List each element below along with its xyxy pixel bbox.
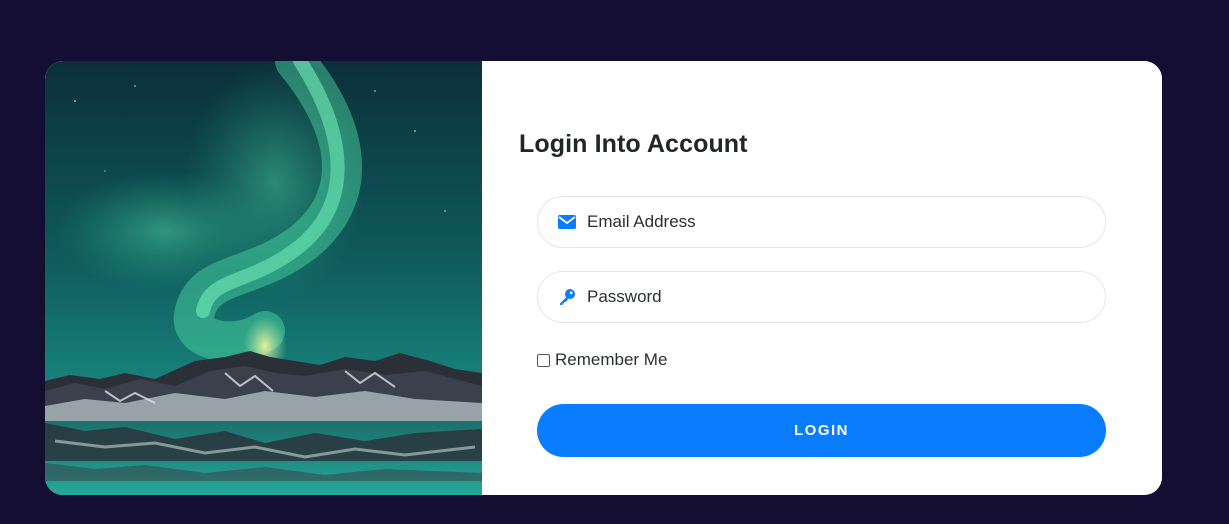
page: Login Into Account Email Address Remembe… [0,0,1229,524]
email-field-wrapper[interactable] [537,196,1106,248]
login-button[interactable]: LOGIN [537,404,1106,457]
envelope-icon [557,212,577,232]
login-card: Login Into Account Email Address Remembe… [45,61,1162,495]
aurora-landscape-image [45,61,482,495]
password-field-wrapper[interactable] [537,271,1106,323]
login-form: Login Into Account Email Address Remembe… [482,61,1162,495]
hero-image [45,61,482,495]
remember-me[interactable]: Remember Me [537,350,667,370]
remember-me-label: Remember Me [555,350,668,369]
key-icon [557,287,577,307]
email-input[interactable] [587,207,1087,237]
password-input[interactable] [587,282,1087,312]
remember-me-checkbox[interactable] [537,353,550,367]
page-title: Login Into Account [519,130,748,158]
